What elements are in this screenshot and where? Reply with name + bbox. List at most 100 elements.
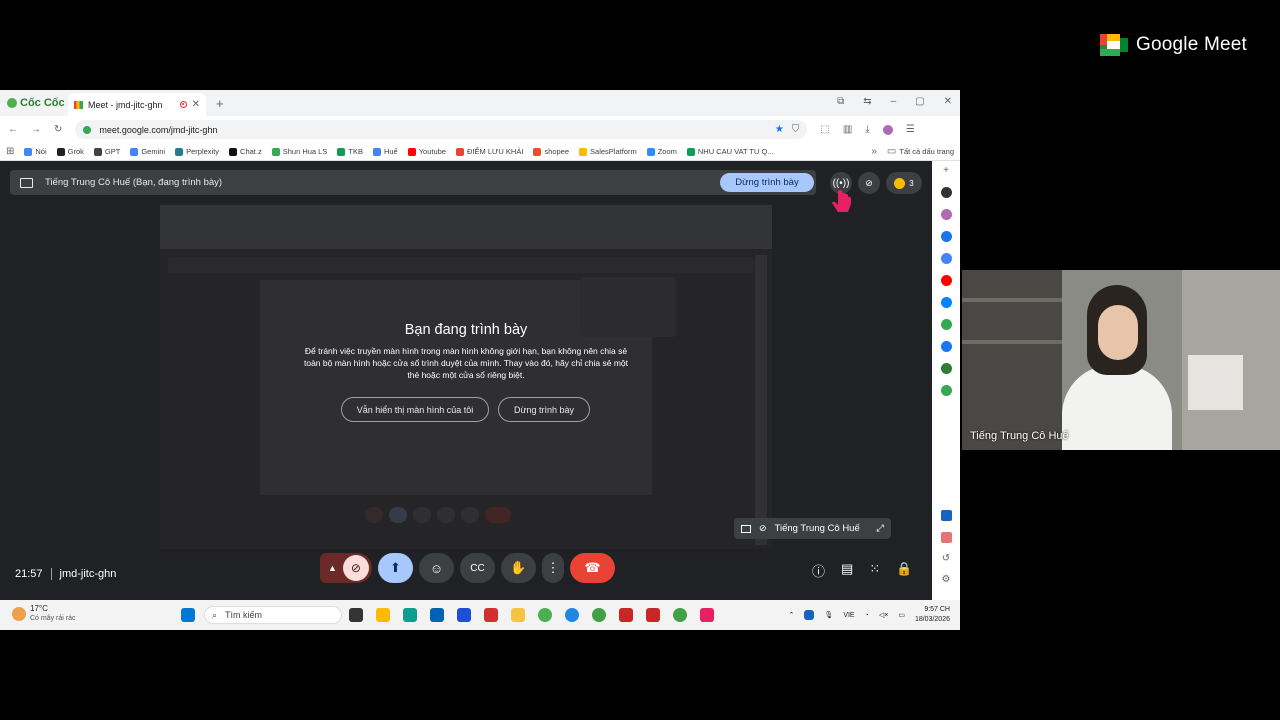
sidebar-app-icon[interactable] bbox=[940, 209, 952, 220]
game-icon[interactable] bbox=[940, 385, 952, 396]
bookmark-item[interactable]: Nói bbox=[24, 147, 47, 156]
bookmark-label: NHU CAU VAT TU Q... bbox=[697, 147, 774, 156]
screenshot-icon[interactable]: ⧉ bbox=[837, 97, 844, 107]
bookmark-item[interactable]: NHU CAU VAT TU Q... bbox=[686, 147, 774, 156]
download-icon[interactable]: ⤓ bbox=[865, 124, 869, 135]
store-icon[interactable] bbox=[430, 608, 444, 622]
participants-button[interactable]: 3 bbox=[886, 172, 922, 194]
close-window-icon[interactable]: ✕ bbox=[944, 97, 952, 107]
chat-icon[interactable]: ▤ bbox=[841, 561, 853, 580]
mic-icon[interactable]: 🎙 bbox=[824, 611, 833, 619]
volume-icon[interactable]: ◁× bbox=[879, 611, 888, 619]
file-explorer-icon[interactable] bbox=[511, 608, 525, 622]
sidebar-app-icon[interactable] bbox=[940, 510, 952, 521]
zalo-icon[interactable] bbox=[565, 608, 579, 622]
captions-button[interactable]: CC bbox=[460, 553, 495, 583]
bookmark-item[interactable]: Gemini bbox=[130, 147, 165, 156]
bookmark-item[interactable]: Perplexity bbox=[175, 147, 219, 156]
bookmark-item[interactable]: Grok bbox=[56, 147, 84, 156]
sidebar-app-icon[interactable] bbox=[940, 532, 952, 543]
browser-tab-meet[interactable]: Meet - jmd-jitc-ghn ✕ bbox=[68, 93, 206, 116]
add-icon[interactable]: + bbox=[943, 166, 949, 176]
more-bookmarks-icon[interactable]: » bbox=[871, 146, 877, 157]
windows-start-icon[interactable] bbox=[181, 608, 195, 622]
taskbar-search[interactable]: ⌕ Tìm kiếm bbox=[204, 606, 342, 624]
messenger-icon[interactable] bbox=[940, 297, 952, 308]
bookmark-item[interactable]: shopee bbox=[533, 147, 569, 156]
bookmark-item[interactable]: GPT bbox=[93, 147, 120, 156]
shield-icon[interactable]: ⛉ bbox=[792, 124, 800, 135]
all-bookmarks-folder[interactable]: ▭ Tất cả dấu trang bbox=[887, 146, 954, 157]
minimize-icon[interactable]: – bbox=[891, 97, 897, 107]
menu-icon[interactable]: ☰ bbox=[906, 124, 915, 135]
wps-icon[interactable] bbox=[619, 608, 633, 622]
camera-toggle[interactable]: ▲ ⊘ bbox=[320, 553, 372, 583]
webcam-name-label: Tiếng Trung Cô Huế bbox=[970, 430, 1069, 442]
extensions-icon[interactable]: ⬚ bbox=[820, 124, 829, 135]
edge-icon[interactable] bbox=[403, 608, 417, 622]
mcafee-icon[interactable] bbox=[484, 608, 498, 622]
camera-off-icon[interactable]: ⊘ bbox=[858, 172, 880, 194]
taskbar-clock[interactable]: 9:57 CH 18/03/2026 bbox=[915, 605, 950, 625]
webcam-feed: Tiếng Trung Cô Huế bbox=[962, 270, 1280, 450]
sidebar-icon[interactable]: ▥ bbox=[843, 124, 852, 135]
tiktok-icon[interactable] bbox=[700, 608, 714, 622]
chevron-up-icon[interactable]: ▲ bbox=[328, 563, 337, 573]
history-icon[interactable]: ↺ bbox=[942, 554, 950, 564]
coccoc-taskbar-icon[interactable] bbox=[538, 608, 552, 622]
activities-icon[interactable]: ⁙ bbox=[869, 561, 880, 580]
captions-icon: CC bbox=[470, 562, 485, 574]
bookmark-star-icon[interactable]: ★ bbox=[775, 124, 784, 135]
sidebar-app-icon[interactable] bbox=[940, 253, 952, 264]
youtube-sidebar-icon[interactable] bbox=[940, 275, 952, 286]
weather-widget[interactable]: 17°C Có mây rải rác bbox=[12, 604, 76, 624]
bookmark-item[interactable]: Chat.z bbox=[229, 147, 262, 156]
sidebar-app-icon[interactable] bbox=[940, 363, 952, 374]
bookmark-item[interactable]: Youtube bbox=[407, 147, 446, 156]
more-options-button[interactable]: ⋮ bbox=[542, 553, 564, 583]
leave-call-button[interactable]: ☎ bbox=[570, 553, 615, 583]
bookmark-item[interactable]: Shun Hua LS bbox=[271, 147, 327, 156]
reload-icon[interactable]: ↻ bbox=[54, 124, 62, 135]
coccoc-active-icon[interactable] bbox=[673, 608, 687, 622]
stop-presenting-dialog-button[interactable]: Dừng trình bày bbox=[498, 397, 590, 422]
bookmark-item[interactable]: SalesPlatform bbox=[579, 147, 637, 156]
present-now-button[interactable]: ⬆ bbox=[378, 553, 413, 583]
omnibox[interactable]: meet.google.com/jmd-jitc-ghn ★ ⛉ bbox=[75, 120, 808, 139]
sidebar-app-icon[interactable] bbox=[940, 187, 952, 198]
close-tab-icon[interactable]: ✕ bbox=[192, 99, 200, 110]
profile-avatar[interactable] bbox=[882, 124, 893, 135]
maximize-icon[interactable]: ▢ bbox=[915, 97, 924, 107]
coccoc-profile-icon[interactable] bbox=[592, 608, 606, 622]
bookmark-item[interactable]: Huế bbox=[372, 147, 398, 156]
settings-gear-icon[interactable]: ⚙ bbox=[942, 575, 951, 585]
battery-icon[interactable]: ▭ bbox=[898, 611, 905, 619]
new-tab-button[interactable]: + bbox=[216, 97, 224, 110]
bookmark-item[interactable]: ĐIỂM LƯU KHẢI bbox=[455, 147, 523, 156]
chevron-up-icon[interactable]: ⌃ bbox=[789, 611, 795, 619]
bookmark-item[interactable]: TKB bbox=[337, 147, 363, 156]
raise-hand-button[interactable]: ✋ bbox=[501, 553, 536, 583]
emoji-button[interactable]: ☺ bbox=[419, 553, 454, 583]
app-icon[interactable] bbox=[457, 608, 471, 622]
info-icon[interactable]: ⓘ bbox=[812, 561, 825, 580]
widgets-icon[interactable] bbox=[376, 608, 390, 622]
site-info-icon[interactable] bbox=[83, 125, 92, 134]
expand-icon[interactable]: ⤢ bbox=[876, 523, 884, 534]
wps-icon-2[interactable] bbox=[646, 608, 660, 622]
taskview-icon[interactable] bbox=[349, 608, 363, 622]
language-indicator[interactable]: VIE bbox=[843, 612, 854, 619]
translate-icon[interactable]: ⇆ bbox=[863, 97, 871, 107]
meet-sidebar-icon[interactable] bbox=[940, 319, 952, 330]
facebook-icon[interactable] bbox=[940, 341, 952, 352]
stop-presenting-button-top[interactable]: Dừng trình bày bbox=[720, 173, 814, 192]
tray-app-icon[interactable] bbox=[804, 610, 815, 620]
sidebar-app-icon[interactable] bbox=[940, 231, 952, 242]
bookmark-item[interactable]: Zoom bbox=[646, 147, 677, 156]
back-icon[interactable]: ← bbox=[8, 124, 18, 135]
host-controls-icon[interactable]: 🔒 bbox=[896, 561, 912, 580]
keep-showing-button[interactable]: Vẫn hiển thị màn hình của tôi bbox=[341, 397, 489, 422]
forward-icon[interactable]: → bbox=[31, 124, 41, 135]
wifi-icon[interactable]: ◔ bbox=[865, 612, 869, 619]
apps-grid-icon[interactable]: ⊞ bbox=[6, 146, 14, 157]
